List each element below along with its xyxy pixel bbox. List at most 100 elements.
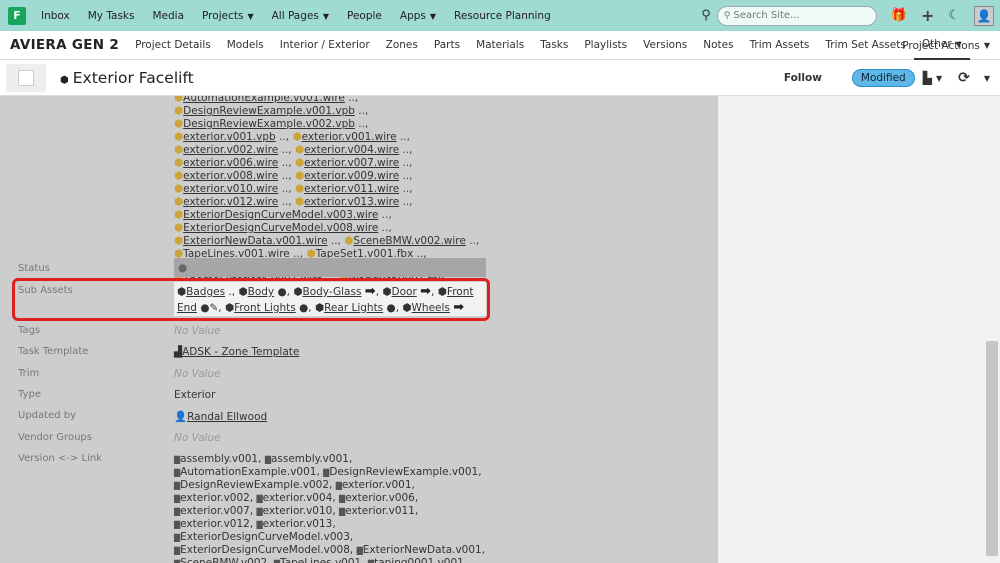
field-value[interactable]: 👤Randal Ellwood: [174, 410, 488, 423]
status-badge[interactable]: Modified: [851, 69, 915, 87]
sub-asset-link[interactable]: Wheels: [412, 302, 450, 314]
nav-all-pages[interactable]: All Pages ▼: [263, 10, 338, 22]
chevron-down-icon[interactable]: ▼: [936, 74, 942, 83]
tab-parts[interactable]: Parts: [426, 31, 468, 60]
version-item[interactable]: ▇exterior.v011,: [339, 505, 418, 517]
tab-materials[interactable]: Materials: [468, 31, 532, 60]
chevron-down-icon[interactable]: ▼: [984, 74, 990, 83]
search-input[interactable]: [733, 10, 854, 21]
file-link[interactable]: exterior.v001.wire: [302, 131, 397, 143]
file-link[interactable]: exterior.v006.wire: [183, 157, 278, 169]
file-link[interactable]: ExteriorDesignCurveModel.v003.wire: [183, 209, 378, 221]
file-link[interactable]: AutomationExample.v001.wire: [183, 96, 345, 104]
version-item[interactable]: ▇exterior.v007,: [174, 505, 257, 517]
project-name[interactable]: AVIERA GEN 2: [10, 37, 119, 53]
version-item[interactable]: ▇exterior.v006,: [339, 492, 418, 504]
version-item[interactable]: ▇AutomationExample.v001,: [174, 466, 323, 478]
nav-my-tasks[interactable]: My Tasks: [79, 10, 144, 22]
file-link[interactable]: exterior.v011.wire: [304, 183, 399, 195]
follow-button[interactable]: Follow: [784, 72, 822, 84]
search-field[interactable]: ⚲: [716, 5, 877, 26]
status-value[interactable]: ●: [174, 258, 486, 277]
sub-assets-value[interactable]: ⬢Badges ., ⬢Body ●, ⬢Body-Glass ➡, ⬢Door…: [174, 282, 486, 316]
edit-pencil-icon[interactable]: ✎: [209, 302, 218, 314]
version-item[interactable]: ▇exterior.v013,: [257, 518, 336, 530]
field-value[interactable]: ▟ADSK - Zone Template: [174, 346, 488, 358]
version-item[interactable]: ▇exterior.v010,: [257, 505, 340, 517]
gift-icon[interactable]: 🎁: [891, 8, 907, 23]
tab-notes[interactable]: Notes: [695, 31, 741, 60]
file-link[interactable]: ExteriorDesignCurveModel.v008.wire: [183, 222, 378, 234]
refresh-icon[interactable]: ⟳: [958, 70, 970, 86]
field-value[interactable]: Exterior: [174, 389, 488, 401]
version-item[interactable]: ▇exterior.v002,: [174, 492, 257, 504]
file-link[interactable]: DesignReviewExample.v002.vpb: [183, 118, 355, 130]
scrollbar[interactable]: [984, 96, 1000, 563]
file-link[interactable]: exterior.v004.wire: [304, 144, 399, 156]
version-link-list[interactable]: ▇assembly.v001, ▇assembly.v001, ▇Automat…: [174, 453, 488, 563]
version-item[interactable]: ▇taping0001.v001: [368, 557, 464, 563]
file-link[interactable]: exterior.v007.wire: [304, 157, 399, 169]
moon-icon[interactable]: ☾: [948, 8, 960, 23]
file-link[interactable]: exterior.v013.wire: [304, 196, 399, 208]
sub-asset-link[interactable]: Front Lights: [234, 302, 296, 314]
task-template-link[interactable]: ADSK - Zone Template: [182, 346, 299, 358]
nav-resource-planning[interactable]: Resource Planning: [445, 10, 560, 22]
version-item[interactable]: ▇assembly.v001,: [174, 453, 265, 465]
version-item[interactable]: ▇SceneBMW.v002,: [174, 557, 274, 563]
nav-apps[interactable]: Apps ▼: [391, 10, 445, 22]
version-item[interactable]: ▇assembly.v001,: [265, 453, 352, 465]
tab-models[interactable]: Models: [219, 31, 272, 60]
tab-tasks[interactable]: Tasks: [532, 31, 576, 60]
plus-icon[interactable]: +: [921, 6, 934, 25]
field-value[interactable]: No Value: [174, 325, 488, 337]
sub-asset-link[interactable]: Badges: [186, 286, 225, 298]
nav-people[interactable]: People: [338, 10, 391, 22]
version-item[interactable]: ▇TapeLines.v001,: [274, 557, 368, 563]
project-actions-menu[interactable]: Project Actions ▼: [902, 31, 990, 60]
tab-versions[interactable]: Versions: [635, 31, 695, 60]
tab-trim-assets[interactable]: Trim Assets: [742, 31, 818, 60]
version-item[interactable]: ▇ExteriorDesignCurveModel.v008,: [174, 544, 357, 556]
search-icon[interactable]: ⚲: [701, 8, 711, 23]
version-item[interactable]: ▇exterior.v012,: [174, 518, 257, 530]
tab-project-details[interactable]: Project Details: [127, 31, 219, 60]
file-link[interactable]: SceneBMW.v002.wire: [353, 235, 465, 247]
user-link[interactable]: Randal Ellwood: [187, 411, 267, 423]
tab-trim-set-assets[interactable]: Trim Set Assets: [817, 31, 913, 60]
file-link[interactable]: exterior.v009.wire: [304, 170, 399, 182]
file-link[interactable]: exterior.v008.wire: [183, 170, 278, 182]
entity-thumbnail[interactable]: [6, 63, 46, 92]
sub-asset-link[interactable]: Body: [248, 286, 275, 298]
nav-inbox[interactable]: Inbox: [32, 10, 79, 22]
version-item[interactable]: ▇ExteriorNewData.v001,: [357, 544, 485, 556]
file-link[interactable]: exterior.v001.vpb: [183, 131, 276, 143]
tab-zones[interactable]: Zones: [378, 31, 426, 60]
file-link[interactable]: exterior.v002.wire: [183, 144, 278, 156]
file-item: ⬢DesignReviewExample.v002.vpb ..,: [174, 118, 369, 130]
tab-playlists[interactable]: Playlists: [576, 31, 635, 60]
document-icon[interactable]: ▙: [923, 71, 932, 85]
sub-asset-link[interactable]: Rear Lights: [324, 302, 383, 314]
tab-interior-exterior[interactable]: Interior / Exterior: [272, 31, 378, 60]
file-link[interactable]: exterior.v010.wire: [183, 183, 278, 195]
user-avatar[interactable]: 👤: [974, 5, 994, 26]
version-item[interactable]: ▇exterior.v001,: [336, 479, 415, 491]
version-item[interactable]: ▇exterior.v004,: [257, 492, 340, 504]
field-value[interactable]: No Value: [174, 368, 488, 380]
file-item: ⬢exterior.v012.wire ..,: [174, 196, 295, 208]
file-link[interactable]: ExteriorNewData.v001.wire: [183, 235, 327, 247]
version-name: taping0001.v001: [374, 557, 464, 563]
version-item[interactable]: ▇ExteriorDesignCurveModel.v003,: [174, 531, 353, 543]
sub-asset-link[interactable]: Door: [392, 286, 417, 298]
file-link[interactable]: DesignReviewExample.v001.vpb: [183, 105, 355, 117]
nav-projects[interactable]: Projects ▼: [193, 10, 263, 22]
scrollbar-thumb[interactable]: [986, 341, 998, 556]
version-item[interactable]: ▇DesignReviewExample.v001,: [323, 466, 481, 478]
version-item[interactable]: ▇DesignReviewExample.v002,: [174, 479, 336, 491]
sub-asset-link[interactable]: Body-Glass: [303, 286, 362, 298]
nav-media[interactable]: Media: [143, 10, 193, 22]
file-link[interactable]: exterior.v012.wire: [183, 196, 278, 208]
field-value[interactable]: No Value: [174, 432, 488, 444]
shotgrid-logo-icon[interactable]: F: [8, 6, 26, 25]
